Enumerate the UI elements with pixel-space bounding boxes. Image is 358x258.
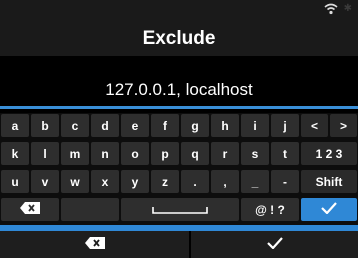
- bottom-action-bar: [0, 231, 358, 258]
- key-v[interactable]: v: [31, 170, 59, 193]
- screen: ✱ Exclude 127.0.0.1, localhost a b c d e…: [0, 0, 358, 258]
- on-screen-keyboard: a b c d e f g h i j < > k l m n o p q r …: [0, 113, 358, 225]
- header: Exclude: [0, 22, 358, 56]
- enter-key[interactable]: [301, 198, 357, 221]
- key-q[interactable]: q: [181, 142, 209, 165]
- key-t[interactable]: t: [271, 142, 299, 165]
- backspace-icon: [20, 202, 40, 217]
- key-p[interactable]: p: [151, 142, 179, 165]
- backspace-key[interactable]: [1, 198, 59, 221]
- key-hyphen[interactable]: -: [271, 170, 299, 193]
- key-d[interactable]: d: [91, 114, 119, 137]
- text-input-field[interactable]: 127.0.0.1, localhost: [0, 73, 358, 109]
- shift-key[interactable]: Shift: [301, 170, 357, 193]
- key-l[interactable]: l: [31, 142, 59, 165]
- key-s[interactable]: s: [241, 142, 269, 165]
- key-c[interactable]: c: [61, 114, 89, 137]
- page-title: Exclude: [142, 28, 216, 49]
- key-e[interactable]: e: [121, 114, 149, 137]
- cursor-right-key[interactable]: >: [330, 114, 357, 137]
- wifi-icon: [324, 2, 338, 20]
- key-a[interactable]: a: [1, 114, 29, 137]
- key-comma[interactable]: ,: [211, 170, 239, 193]
- cursor-left-key[interactable]: <: [301, 114, 328, 137]
- key-m[interactable]: m: [61, 142, 89, 165]
- key-r[interactable]: r: [211, 142, 239, 165]
- key-x[interactable]: x: [91, 170, 119, 193]
- checkmark-icon: [321, 202, 337, 217]
- key-k[interactable]: k: [1, 142, 29, 165]
- blank-key[interactable]: [61, 198, 119, 221]
- numeric-mode-key[interactable]: 1 2 3: [301, 142, 357, 165]
- checkmark-icon: [266, 236, 283, 254]
- key-underscore[interactable]: _: [241, 170, 269, 193]
- text-input-value: 127.0.0.1, localhost: [105, 80, 253, 99]
- delete-button[interactable]: [0, 231, 189, 258]
- space-key[interactable]: [121, 198, 239, 221]
- symbols-key[interactable]: @ ! ?: [241, 198, 299, 221]
- status-bar: ✱: [0, 0, 358, 22]
- key-y[interactable]: y: [121, 170, 149, 193]
- key-g[interactable]: g: [181, 114, 209, 137]
- key-b[interactable]: b: [31, 114, 59, 137]
- divider: [189, 231, 191, 258]
- key-u[interactable]: u: [1, 170, 29, 193]
- confirm-button[interactable]: [191, 231, 358, 258]
- key-w[interactable]: w: [61, 170, 89, 193]
- key-z[interactable]: z: [151, 170, 179, 193]
- key-h[interactable]: h: [211, 114, 239, 137]
- key-o[interactable]: o: [121, 142, 149, 165]
- key-j[interactable]: j: [271, 114, 299, 137]
- key-n[interactable]: n: [91, 142, 119, 165]
- backspace-icon: [84, 236, 105, 254]
- spacebar-icon: [152, 203, 208, 217]
- key-i[interactable]: i: [241, 114, 269, 137]
- key-period[interactable]: .: [181, 170, 209, 193]
- status-indicator-icon: ✱: [343, 3, 352, 14]
- key-f[interactable]: f: [151, 114, 179, 137]
